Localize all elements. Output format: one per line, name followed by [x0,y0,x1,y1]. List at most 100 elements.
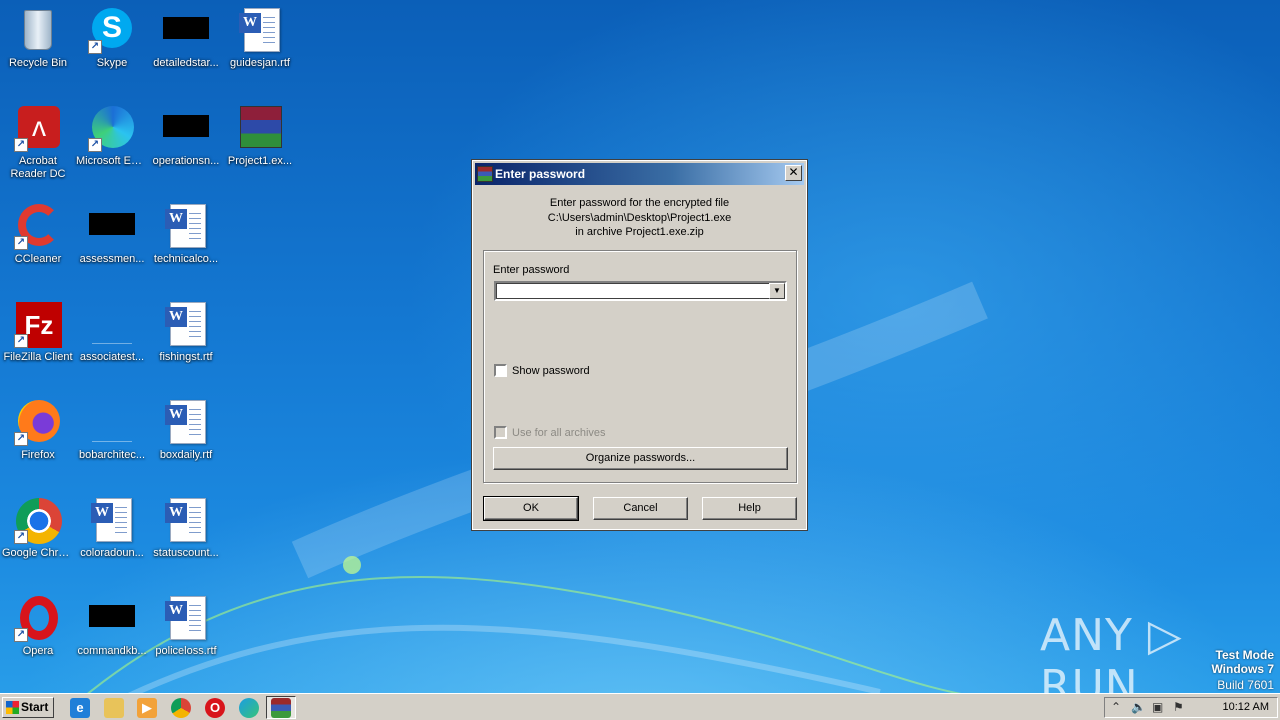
opera-icon[interactable]: O [205,698,225,718]
password-combobox[interactable]: ▼ [494,281,787,301]
info-line-1: Enter password for the encrypted file [549,197,730,209]
desktop-icon[interactable]: coloradoun... [74,496,150,560]
desktop-icon[interactable]: fishingst.rtf [148,300,224,364]
word-doc-icon [162,496,210,544]
desktop-icon[interactable]: technicalco... [148,202,224,266]
desktop-icon-label: guidesjan.rtf [230,57,290,69]
shortcut-arrow-icon: ↗ [14,236,28,250]
blank-file-icon [88,300,136,348]
volume-icon[interactable]: 🔈 [1131,700,1146,714]
internet-explorer-icon[interactable]: e [70,698,90,718]
taskbar: Start e ▶ O ⌃ 🔈 ▣ ⚑ 10:12 AM [0,693,1280,720]
desktop-icon-label: associatest... [79,351,145,363]
media-player-icon[interactable]: ▶ [137,698,157,718]
dialog-title: Enter password [495,167,586,181]
test-mode-text: Test Mode [1215,648,1274,662]
winrar-archive-icon [236,104,284,152]
checkbox-box[interactable] [494,364,507,377]
desktop-icon[interactable]: S ↗ Skype [74,6,150,70]
shortcut-arrow-icon: ↗ [88,138,102,152]
desktop-icon-label: boxdaily.rtf [159,449,213,461]
desktop-icon[interactable]: detailedstar... [148,6,224,70]
show-password-label: Show password [512,364,590,377]
desktop-icon-label: policeloss.rtf [155,645,217,657]
shortcut-arrow-icon: ↗ [14,530,28,544]
help-button[interactable]: Help [702,497,797,520]
redacted-file-icon [162,104,210,152]
word-doc-icon [236,6,284,54]
password-group: Enter password ▼ Show password Use for a… [483,250,797,483]
desktop-icon[interactable]: bobarchitec... [74,398,150,462]
desktop-icon-label: bobarchitec... [78,449,146,461]
recycle-bin-icon [14,6,62,54]
desktop-icon-label: detailedstar... [153,57,219,69]
firefox-icon: ↗ [14,398,62,446]
dropdown-arrow-icon[interactable]: ▼ [769,283,785,299]
word-doc-icon [162,594,210,642]
desktop-icon[interactable]: boxdaily.rtf [148,398,224,462]
explorer-folder-icon[interactable] [104,698,124,718]
action-center-flag-icon[interactable]: ⚑ [1173,700,1184,714]
filezilla-icon: Fz ↗ [14,300,62,348]
info-archive: in archive Project1.exe.zip [575,226,704,238]
winrar-taskbar-button[interactable] [266,696,296,719]
close-icon[interactable]: ✕ [785,165,802,181]
winrar-icon [271,698,291,718]
ccleaner-icon: ↗ [14,202,62,250]
dialog-titlebar[interactable]: Enter password ✕ [475,163,804,185]
word-doc-icon [162,202,210,250]
desktop-icon[interactable]: ↗ Opera [0,594,76,658]
shortcut-arrow-icon: ↗ [88,40,102,54]
desktop-icon[interactable]: ↗ CCleaner [0,202,76,266]
desktop-icon-label: assessmen... [79,253,145,265]
desktop-icon-label: operationsn... [152,155,220,167]
ok-button[interactable]: OK [483,496,579,521]
desktop-icon[interactable]: policeloss.rtf [148,594,224,658]
desktop-icon[interactable]: Recycle Bin [0,6,76,70]
chrome-icon[interactable] [171,698,191,718]
desktop-icon[interactable]: guidesjan.rtf [222,6,298,70]
desktop-icon-label: Microsoft Edge [76,155,150,167]
checkbox-box [494,426,507,439]
edge-icon[interactable] [239,698,259,718]
start-label: Start [21,700,49,714]
clock[interactable]: 10:12 AM [1223,701,1269,713]
desktop-icon-label: coloradoun... [80,547,144,559]
enter-password-dialog: Enter password ✕ Enter password for the … [471,159,808,531]
desktop-icon[interactable]: Fz ↗ FileZilla Client [0,300,76,364]
chrome-icon: ↗ [14,496,62,544]
use-all-label: Use for all archives [512,426,606,439]
shortcut-arrow-icon: ↗ [14,628,28,642]
network-icon[interactable]: ▣ [1152,700,1163,714]
desktop-icon-label: statuscount... [153,547,219,559]
acrobat-icon: ᴧ ↗ [14,104,62,152]
desktop-icon-label: Skype [96,57,128,69]
edge-icon: ↗ [88,104,136,152]
desktop-icon-label: technicalco... [153,253,219,265]
password-input[interactable] [496,283,766,299]
organize-passwords-button[interactable]: Organize passwords... [493,447,788,470]
dialog-info: Enter password for the encrypted file C:… [473,196,806,240]
desktop-icon[interactable]: associatest... [74,300,150,364]
desktop-icon[interactable]: operationsn... [148,104,224,168]
desktop-icon[interactable]: Project1.ex... [222,104,298,168]
word-doc-icon [162,300,210,348]
show-password-checkbox[interactable]: Show password [494,364,590,377]
desktop-icon[interactable]: ↗ Google Chrome [0,496,76,560]
desktop-icon[interactable]: commandkb... [74,594,150,658]
desktop-icon[interactable]: ↗ Microsoft Edge [74,104,150,168]
winrar-icon [477,166,493,182]
desktop-icon-label: Project1.ex... [227,155,293,167]
desktop-icon[interactable]: ᴧ ↗ Acrobat Reader DC [0,104,76,181]
desktop-icon-label: commandkb... [77,645,147,657]
redacted-file-icon [88,594,136,642]
cancel-button[interactable]: Cancel [593,497,688,520]
system-tray: ⌃ 🔈 ▣ ⚑ 10:12 AM [1104,697,1278,718]
desktop-icon[interactable]: statuscount... [148,496,224,560]
show-hidden-icons-icon[interactable]: ⌃ [1111,700,1121,714]
desktop-icon[interactable]: assessmen... [74,202,150,266]
desktop-icon[interactable]: ↗ Firefox [0,398,76,462]
word-doc-icon [162,398,210,446]
desktop-icon-label: Firefox [21,449,55,461]
start-button[interactable]: Start [2,697,54,718]
